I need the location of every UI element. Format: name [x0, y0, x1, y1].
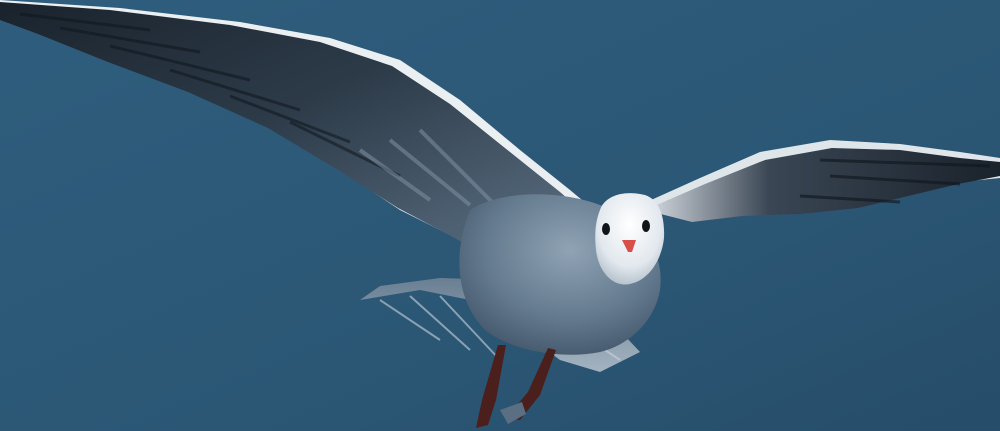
right-eye — [642, 220, 650, 232]
left-leg — [476, 345, 506, 428]
photo-frame — [0, 0, 1000, 431]
left-eye — [602, 223, 610, 235]
right-foot — [500, 402, 526, 424]
gull-illustration — [0, 0, 1000, 428]
